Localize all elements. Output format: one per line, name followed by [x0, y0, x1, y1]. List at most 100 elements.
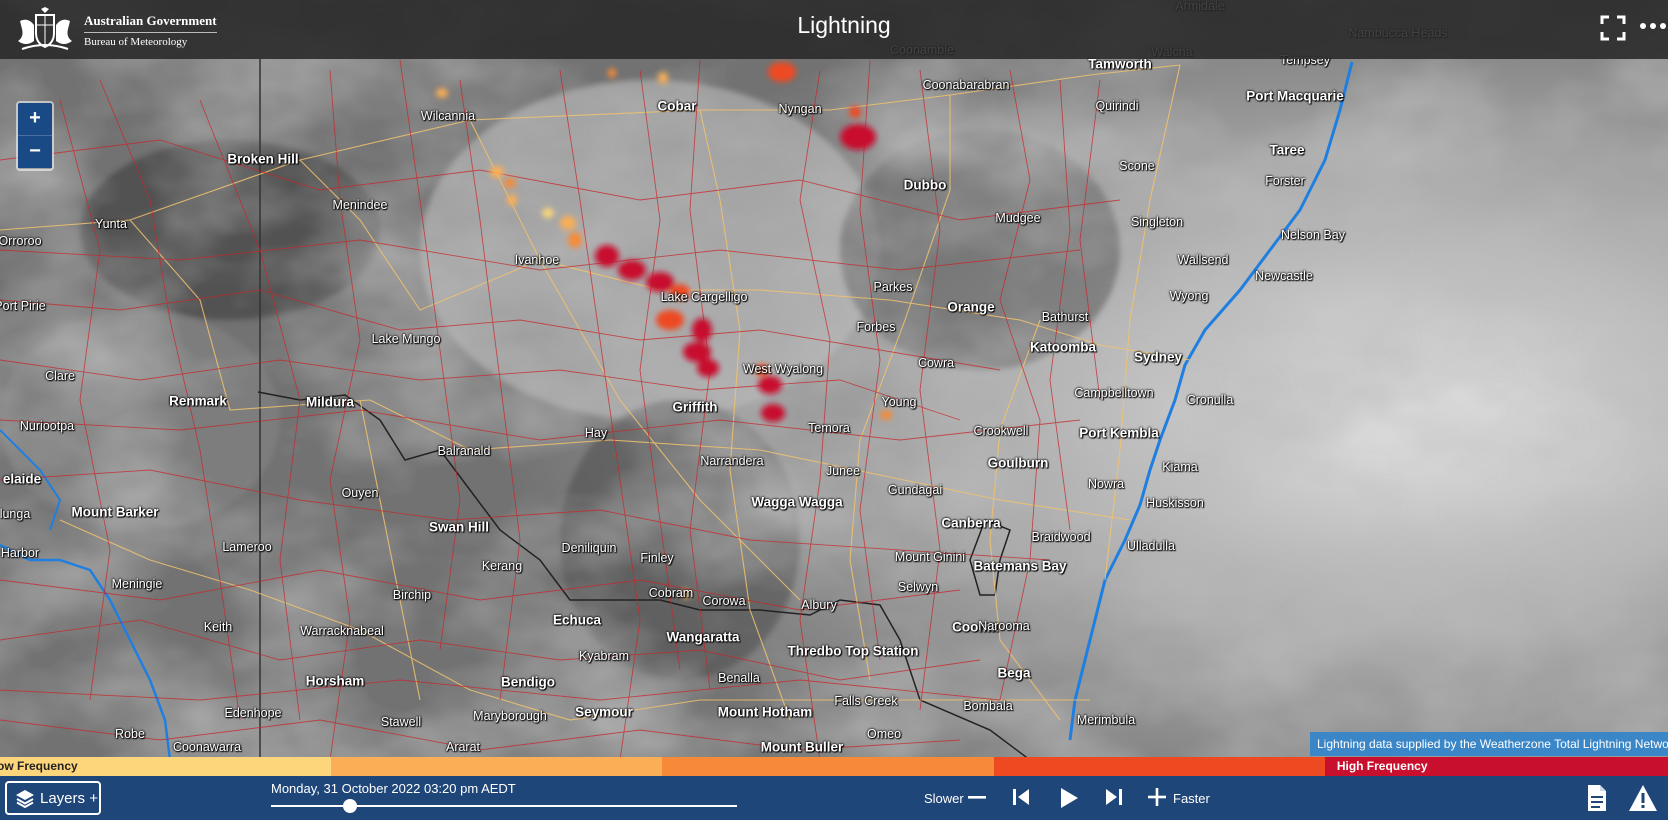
place-label: Broken Hill [227, 151, 299, 167]
place-label: Goulburn [987, 455, 1049, 471]
place-label: Harbor [0, 546, 40, 560]
current-time: Monday, 31 October 2022 03:20 pm AEDT [271, 781, 516, 796]
place-label: Omeo [866, 727, 902, 741]
time-slider-thumb[interactable] [343, 799, 358, 813]
place-label: lunga [0, 507, 31, 521]
place-label: Coonabarabran [922, 78, 1010, 92]
place-label: Clare [45, 369, 75, 383]
document-icon [1588, 785, 1606, 811]
place-label: Cowra [917, 356, 955, 370]
data-credit[interactable]: Lightning data supplied by the Weatherzo… [1310, 732, 1668, 756]
place-label: Mudgee [995, 211, 1041, 225]
step-forward-button[interactable] [1103, 786, 1125, 813]
place-label: Port Kembla [1079, 425, 1159, 441]
place-label: Benalla [718, 671, 760, 685]
warning-button[interactable] [1628, 784, 1658, 817]
faster-label: Faster [1173, 791, 1210, 806]
place-label: Ouyen [341, 486, 379, 500]
more-button[interactable] [1639, 13, 1667, 45]
zoom-control: + − [16, 101, 54, 171]
place-label: Mount Hotham [717, 704, 813, 720]
place-label: Parkes [873, 280, 913, 294]
place-label: Orange [947, 299, 995, 315]
fullscreen-button[interactable] [1600, 15, 1626, 41]
place-label: Kiama [1162, 460, 1198, 474]
place-label: Cobar [657, 98, 697, 114]
place-label: Ivanhoe [514, 253, 560, 267]
place-label: Narrandera [700, 454, 764, 468]
place-label: Merimbula [1076, 713, 1136, 727]
place-label: Thredbo Top Station [787, 643, 919, 659]
place-label: Singleton [1130, 215, 1184, 229]
place-label: Coonawarra [172, 740, 242, 754]
place-label: Stawell [380, 715, 422, 729]
place-label: Canberra [941, 515, 1001, 531]
place-label: Narooma [978, 619, 1030, 633]
place-label: Seymour [575, 704, 633, 720]
faster-button[interactable] [1146, 786, 1168, 813]
place-label: Crookwell [973, 424, 1029, 438]
place-label: Wagga Wagga [751, 494, 843, 510]
legend-segment: ow Frequency [0, 757, 332, 776]
place-label: Temora [808, 421, 850, 435]
place-label: Sydney [1133, 349, 1183, 365]
zoom-in-button[interactable]: + [18, 103, 52, 135]
layers-button[interactable]: Layers + [5, 781, 101, 815]
place-label: Port Pirie [0, 299, 46, 313]
layers-icon [16, 790, 34, 808]
place-label: Falls Creek [834, 694, 898, 708]
legend-high-label: High Frequency [1336, 759, 1428, 773]
place-label: Robe [115, 727, 145, 741]
warning-icon [1629, 785, 1657, 811]
place-label: Maryborough [473, 709, 547, 723]
place-label: Yunta [95, 217, 127, 231]
skip-back-icon [1013, 789, 1029, 805]
header-bar: Australian Government Bureau of Meteorol… [0, 0, 1668, 59]
place-label: Selwyn [897, 580, 939, 594]
place-label: Orroroo [0, 234, 42, 248]
skip-forward-icon [1106, 789, 1122, 805]
slower-button[interactable] [966, 786, 988, 813]
place-label: Cronulla [1186, 393, 1234, 407]
legend-segment: High Frequency [1324, 757, 1668, 776]
layers-label: Layers + [40, 789, 98, 807]
document-button[interactable] [1586, 784, 1608, 817]
place-label: Horsham [305, 673, 365, 689]
place-label: Renmark [169, 393, 227, 409]
page-title: Lightning [797, 12, 891, 38]
place-label: Kerang [481, 559, 523, 573]
place-label: Griffith [672, 399, 718, 415]
fullscreen-icon [1600, 15, 1626, 41]
legend-segment [993, 757, 1325, 776]
place-label: Finley [640, 551, 674, 565]
place-label: Swan Hill [428, 519, 490, 535]
place-label: Albury [801, 598, 837, 612]
slower-label: Slower [924, 791, 964, 806]
more-icon [1640, 23, 1666, 29]
place-label: Wilcannia [420, 109, 476, 123]
place-label: Mount Barker [71, 504, 159, 520]
place-label: Taree [1269, 142, 1305, 158]
place-label: Ararat [445, 740, 481, 754]
place-label: Warracknabeal [300, 624, 384, 638]
place-label: Nelson Bay [1281, 228, 1345, 242]
place-label: Lake Cargelligo [660, 290, 748, 304]
play-button[interactable] [1057, 786, 1081, 815]
time-slider-track[interactable] [271, 805, 737, 807]
place-label: Wyong [1169, 289, 1209, 303]
frequency-legend: ow Frequency High Frequency [0, 757, 1668, 776]
legend-segment [662, 757, 994, 776]
place-label: Mildura [305, 394, 355, 410]
place-label: Kyabram [578, 649, 630, 663]
place-label: Meningie [111, 577, 163, 591]
place-label: Bombala [963, 699, 1013, 713]
place-label: Port Macquarie [1246, 88, 1344, 104]
map-canvas[interactable]: ArmidaleTamworthWalchaTempseyNambucca He… [0, 0, 1668, 820]
place-label: Nyngan [778, 102, 822, 116]
place-label: Forbes [856, 320, 896, 334]
place-label: Forster [1265, 174, 1305, 188]
step-back-button[interactable] [1010, 786, 1032, 813]
zoom-out-button[interactable]: − [18, 135, 52, 168]
place-label: Campbelltown [1074, 386, 1154, 400]
place-label: Lake Mungo [371, 332, 441, 346]
